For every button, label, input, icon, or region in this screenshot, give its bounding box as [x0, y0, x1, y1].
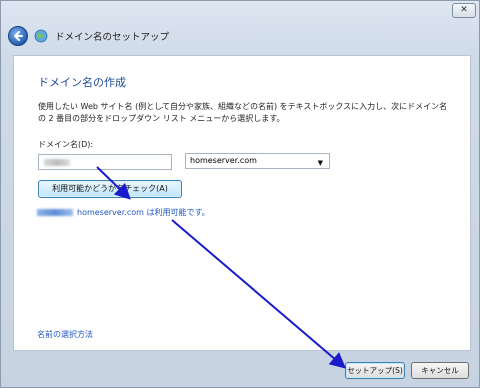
dropdown-arrow-icon: ▼	[317, 159, 323, 167]
cancel-button[interactable]: キャンセル	[411, 362, 469, 379]
redacted-domain-prefix	[37, 209, 73, 216]
close-icon: ✕	[460, 5, 468, 15]
check-availability-button[interactable]: 利用可能かどうかをチェック(A)	[38, 180, 182, 198]
availability-text: homeserver.com は利用可能です。	[77, 208, 210, 217]
back-arrow-icon	[14, 31, 23, 41]
page-heading: ドメイン名の作成	[38, 76, 126, 89]
domain-suffix-select[interactable]: homeserver.com ▼	[185, 153, 330, 169]
setup-button-label: セットアップ(S)	[347, 366, 403, 375]
cancel-button-label: キャンセル	[421, 366, 459, 375]
naming-help-link[interactable]: 名前の選択方法	[37, 329, 93, 340]
close-button[interactable]: ✕	[452, 3, 476, 18]
globe-icon	[34, 29, 48, 43]
content-panel: ドメイン名の作成 使用したい Web サイト名 (例として自分や家族、組織などの…	[13, 55, 471, 351]
check-availability-label: 利用可能かどうかをチェック(A)	[52, 184, 168, 193]
domain-name-label: ドメイン名(D):	[38, 140, 94, 149]
window-title: ドメイン名のセットアップ	[55, 32, 170, 43]
back-button[interactable]	[8, 26, 28, 46]
description-text: 使用したい Web サイト名 (例として自分や家族、組織などの名前) をテキスト…	[38, 102, 448, 123]
domain-separator: .	[161, 101, 164, 111]
redacted-name-value	[44, 159, 70, 166]
domain-suffix-value: homeserver.com	[190, 156, 257, 165]
title-bar: ドメイン名のセットアップ	[4, 24, 444, 48]
setup-button[interactable]: セットアップ(S)	[345, 362, 405, 379]
availability-status: homeserver.com は利用可能です。	[37, 207, 337, 219]
domain-name-input[interactable]	[38, 154, 172, 170]
